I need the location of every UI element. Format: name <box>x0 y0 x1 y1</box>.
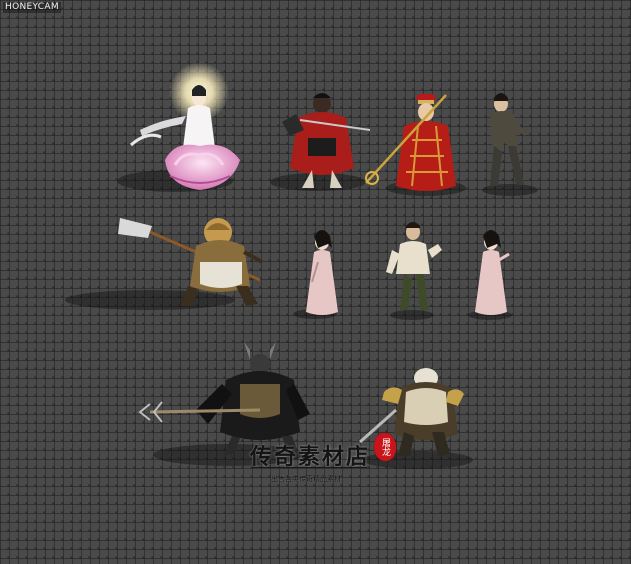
guanyin-on-lotus-sprite <box>117 62 240 192</box>
monkey-king-sprite <box>65 218 263 310</box>
young-man-villager-sprite <box>482 93 538 196</box>
lady-in-pink-1-sprite <box>293 230 338 319</box>
white-shirt-villager-sprite <box>386 222 442 320</box>
watermark-seal: 屠龙 <box>374 433 396 461</box>
red-robed-warrior-sprite <box>270 93 371 191</box>
watermark-underline <box>252 467 367 468</box>
monk-with-staff-sprite <box>365 94 466 196</box>
watermark-subtitle: 出售各类传奇精品素材 <box>271 475 341 483</box>
lady-in-pink-2-sprite <box>468 230 512 320</box>
